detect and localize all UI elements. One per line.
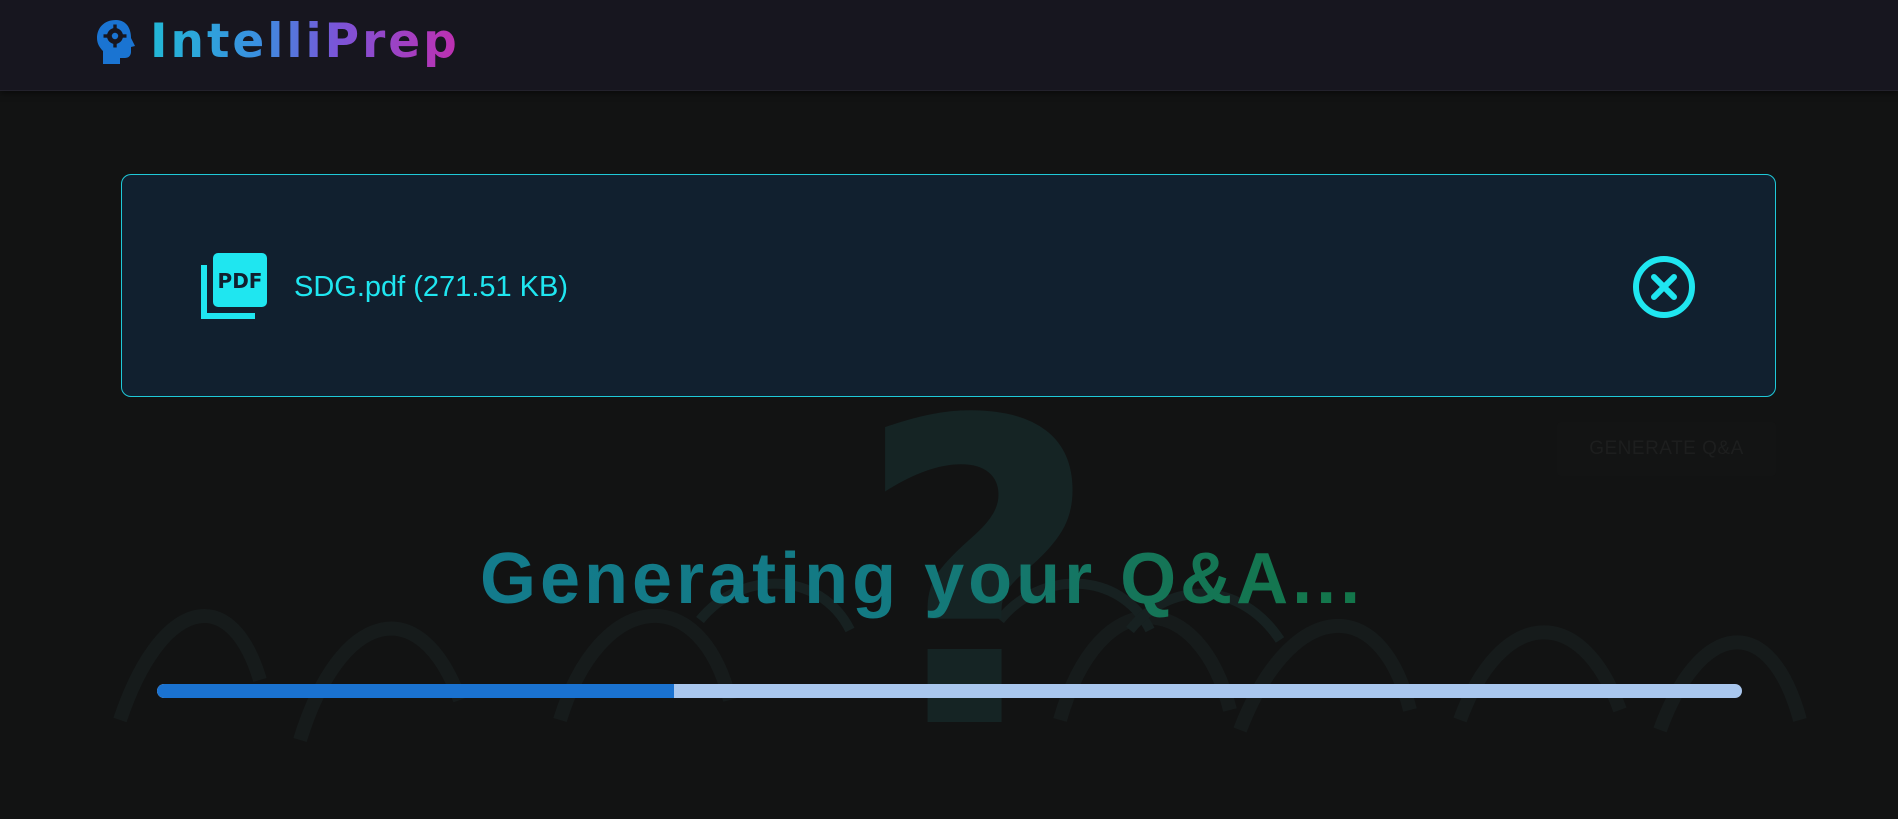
head-gear-icon — [94, 17, 138, 67]
app-page: IntelliPrep ? PDF S — [0, 0, 1898, 819]
generate-qa-button[interactable]: GENERATE Q&A — [1557, 422, 1776, 476]
file-name-label: SDG.pdf (271.51 KB) — [294, 271, 569, 303]
uploaded-file-card: PDF SDG.pdf (271.51 KB) — [121, 174, 1776, 397]
generating-status-text: Generating your Q&A... — [480, 536, 1364, 622]
close-circle-icon — [1633, 256, 1695, 318]
brand-name: IntelliPrep — [150, 14, 460, 69]
top-navbar: IntelliPrep — [0, 0, 1898, 91]
progress-bar — [157, 684, 1742, 698]
brand-logo[interactable]: IntelliPrep — [94, 14, 460, 70]
remove-file-button[interactable] — [1632, 255, 1696, 319]
pdf-icon: PDF — [201, 253, 267, 319]
progress-bar-fill — [157, 684, 674, 698]
svg-text:PDF: PDF — [218, 269, 263, 293]
